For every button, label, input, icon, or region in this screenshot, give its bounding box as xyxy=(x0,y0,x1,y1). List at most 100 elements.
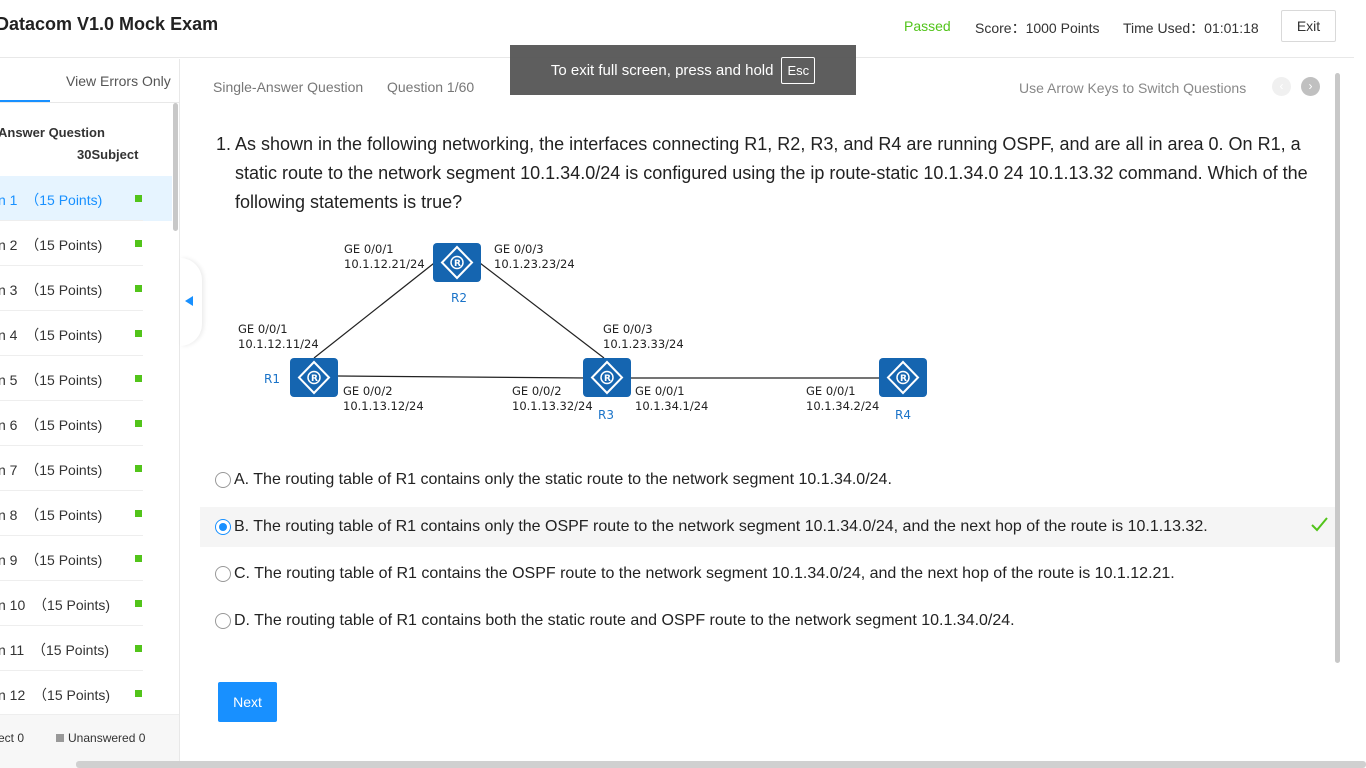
r3-left-interface: GE 0/0/2 xyxy=(512,384,562,398)
exit-button[interactable]: Exit xyxy=(1281,10,1336,42)
option-a-text: A. The routing table of R1 contains only… xyxy=(234,471,892,488)
router-r4-label: R4 xyxy=(895,408,911,422)
link-r1-r3 xyxy=(337,375,589,379)
option-c-radio[interactable] xyxy=(215,566,231,582)
option-a-radio[interactable] xyxy=(215,472,231,488)
answered-status-dot xyxy=(135,195,142,202)
question-list-item[interactable]: n 1 （15 Points) xyxy=(0,176,172,221)
question-list-label: n 1 （15 Points) xyxy=(0,192,103,208)
section-heading: Answer Question xyxy=(0,125,105,140)
r4-left-interface: GE 0/0/1 xyxy=(806,384,856,398)
question-list-item[interactable]: n 8 （15 Points) xyxy=(0,491,172,536)
question-list-label: n 6 （15 Points) xyxy=(0,417,103,433)
option-b-radio[interactable] xyxy=(215,519,231,535)
r4-left-ip: 10.1.34.2/24 xyxy=(806,399,879,413)
question-list-item[interactable]: n 6 （15 Points) xyxy=(0,401,172,446)
question-list-item[interactable]: n 4 （15 Points) xyxy=(0,311,172,356)
esc-key-badge: Esc xyxy=(781,56,816,84)
router-r4-icon: R xyxy=(879,358,927,397)
sidebar-tab-bar: View Errors Only xyxy=(0,59,179,103)
question-list-label: n 11 （15 Points) xyxy=(0,642,110,658)
question-list-item[interactable]: n 10 （15 Points) xyxy=(0,581,172,626)
router-r3-label: R3 xyxy=(598,408,614,422)
question-list-label: n 3 （15 Points) xyxy=(0,282,103,298)
question-type: Single-Answer Question xyxy=(213,79,364,95)
correct-check-icon xyxy=(1311,517,1328,532)
question-list-item[interactable]: n 12 （15 Points) xyxy=(0,671,172,716)
answered-status-dot xyxy=(135,555,142,562)
question-list-label: n 5 （15 Points) xyxy=(0,372,103,388)
fullscreen-toast-text: To exit full screen, press and hold xyxy=(550,61,774,79)
r3-top-interface: GE 0/0/3 xyxy=(603,322,653,336)
tab-view-errors-only[interactable]: View Errors Only xyxy=(66,73,171,89)
next-button[interactable]: Next xyxy=(218,682,277,722)
answered-status-dot xyxy=(135,285,142,292)
option-d-radio[interactable] xyxy=(215,613,231,629)
sidebar-scrollbar[interactable] xyxy=(173,103,178,231)
option-b-text: B. The routing table of R1 contains only… xyxy=(234,518,1208,535)
tab-all-active-indicator[interactable] xyxy=(0,100,50,102)
question-list-label: n 7 （15 Points) xyxy=(0,462,103,478)
answered-status-dot xyxy=(135,420,142,427)
question-list-label: n 8 （15 Points) xyxy=(0,507,103,523)
question-list: n 1 （15 Points) n 2 （15 Points) n 3 （15 … xyxy=(0,176,172,716)
r1-top-interface: GE 0/0/1 xyxy=(238,322,288,336)
horizontal-scrollbar[interactable] xyxy=(76,761,1366,768)
exam-title: Datacom V1.0 Mock Exam xyxy=(0,14,219,34)
r3-top-ip: 10.1.23.33/24 xyxy=(603,337,684,351)
question-list-item[interactable]: n 11 （15 Points) xyxy=(0,626,172,671)
next-question-arrow-button[interactable]: › xyxy=(1301,77,1320,96)
answered-status-dot xyxy=(135,465,142,472)
prev-question-button[interactable]: ‹ xyxy=(1272,77,1291,96)
chevron-right-icon: › xyxy=(1308,79,1313,93)
router-r1-icon: R xyxy=(290,358,338,397)
subject-count: 30Subject xyxy=(77,147,139,162)
sidebar-legend: ect 0 Unanswered 0 xyxy=(0,714,179,768)
svg-text:R: R xyxy=(900,374,907,384)
r2-right-interface: GE 0/0/3 xyxy=(494,242,544,256)
network-diagram: R R R R R2 R1 R3 R4 GE 0/0/1 10.1.12.21/… xyxy=(238,242,927,422)
link-r2-r3 xyxy=(475,259,605,359)
svg-text:R: R xyxy=(454,259,461,269)
svg-text:R: R xyxy=(311,374,318,384)
question-list-label: n 4 （15 Points) xyxy=(0,327,103,343)
answer-option-c[interactable]: C. The routing table of R1 contains the … xyxy=(200,554,1335,594)
question-list-item[interactable]: n 5 （15 Points) xyxy=(0,356,172,401)
question-list-item[interactable]: n 3 （15 Points) xyxy=(0,266,172,311)
router-r2-label: R2 xyxy=(451,291,467,305)
legend-unanswered-label: Unanswered 0 xyxy=(68,731,146,745)
question-counter: Question 1/60 xyxy=(387,79,475,95)
link-r1-r2 xyxy=(313,259,439,359)
answered-status-dot xyxy=(135,330,142,337)
answered-status-dot xyxy=(135,645,142,652)
router-r3-icon: R xyxy=(583,358,631,397)
question-list-item[interactable]: n 9 （15 Points) xyxy=(0,536,172,581)
radio-selected-dot xyxy=(219,523,227,531)
question-list-item[interactable]: n 7 （15 Points) xyxy=(0,446,172,491)
exam-score: Score：1000 Points xyxy=(975,20,1100,36)
r2-left-interface: GE 0/0/1 xyxy=(344,242,394,256)
r3-right-ip: 10.1.34.1/24 xyxy=(635,399,708,413)
question-list-item[interactable]: n 2 （15 Points) xyxy=(0,221,172,266)
legend-unanswered: Unanswered 0 xyxy=(56,731,145,745)
r3-left-ip: 10.1.13.32/24 xyxy=(512,399,593,413)
answer-option-b[interactable]: B. The routing table of R1 contains only… xyxy=(200,507,1335,547)
answered-status-dot xyxy=(135,690,142,697)
arrow-keys-hint: Use Arrow Keys to Switch Questions xyxy=(1019,80,1247,96)
main-scrollbar[interactable] xyxy=(1335,73,1340,663)
option-d-text: D. The routing table of R1 contains both… xyxy=(234,612,1015,629)
unanswered-square-icon xyxy=(56,734,64,742)
answer-option-a[interactable]: A. The routing table of R1 contains only… xyxy=(200,460,1335,500)
router-r1-label: R1 xyxy=(264,372,280,386)
question-list-label: n 2 （15 Points) xyxy=(0,237,103,253)
answered-status-dot xyxy=(135,240,142,247)
r2-left-ip: 10.1.12.21/24 xyxy=(344,257,425,271)
time-used: Time Used：01:01:18 xyxy=(1123,20,1259,36)
fullscreen-toast: To exit full screen, press and hold Esc xyxy=(510,45,856,95)
answer-option-d[interactable]: D. The routing table of R1 contains both… xyxy=(200,601,1335,641)
answered-status-dot xyxy=(135,510,142,517)
question-list-label: n 9 （15 Points) xyxy=(0,552,103,568)
r3-right-interface: GE 0/0/1 xyxy=(635,384,685,398)
window-scroll-track xyxy=(1354,0,1366,768)
sidebar-collapse-handle[interactable] xyxy=(180,258,202,346)
